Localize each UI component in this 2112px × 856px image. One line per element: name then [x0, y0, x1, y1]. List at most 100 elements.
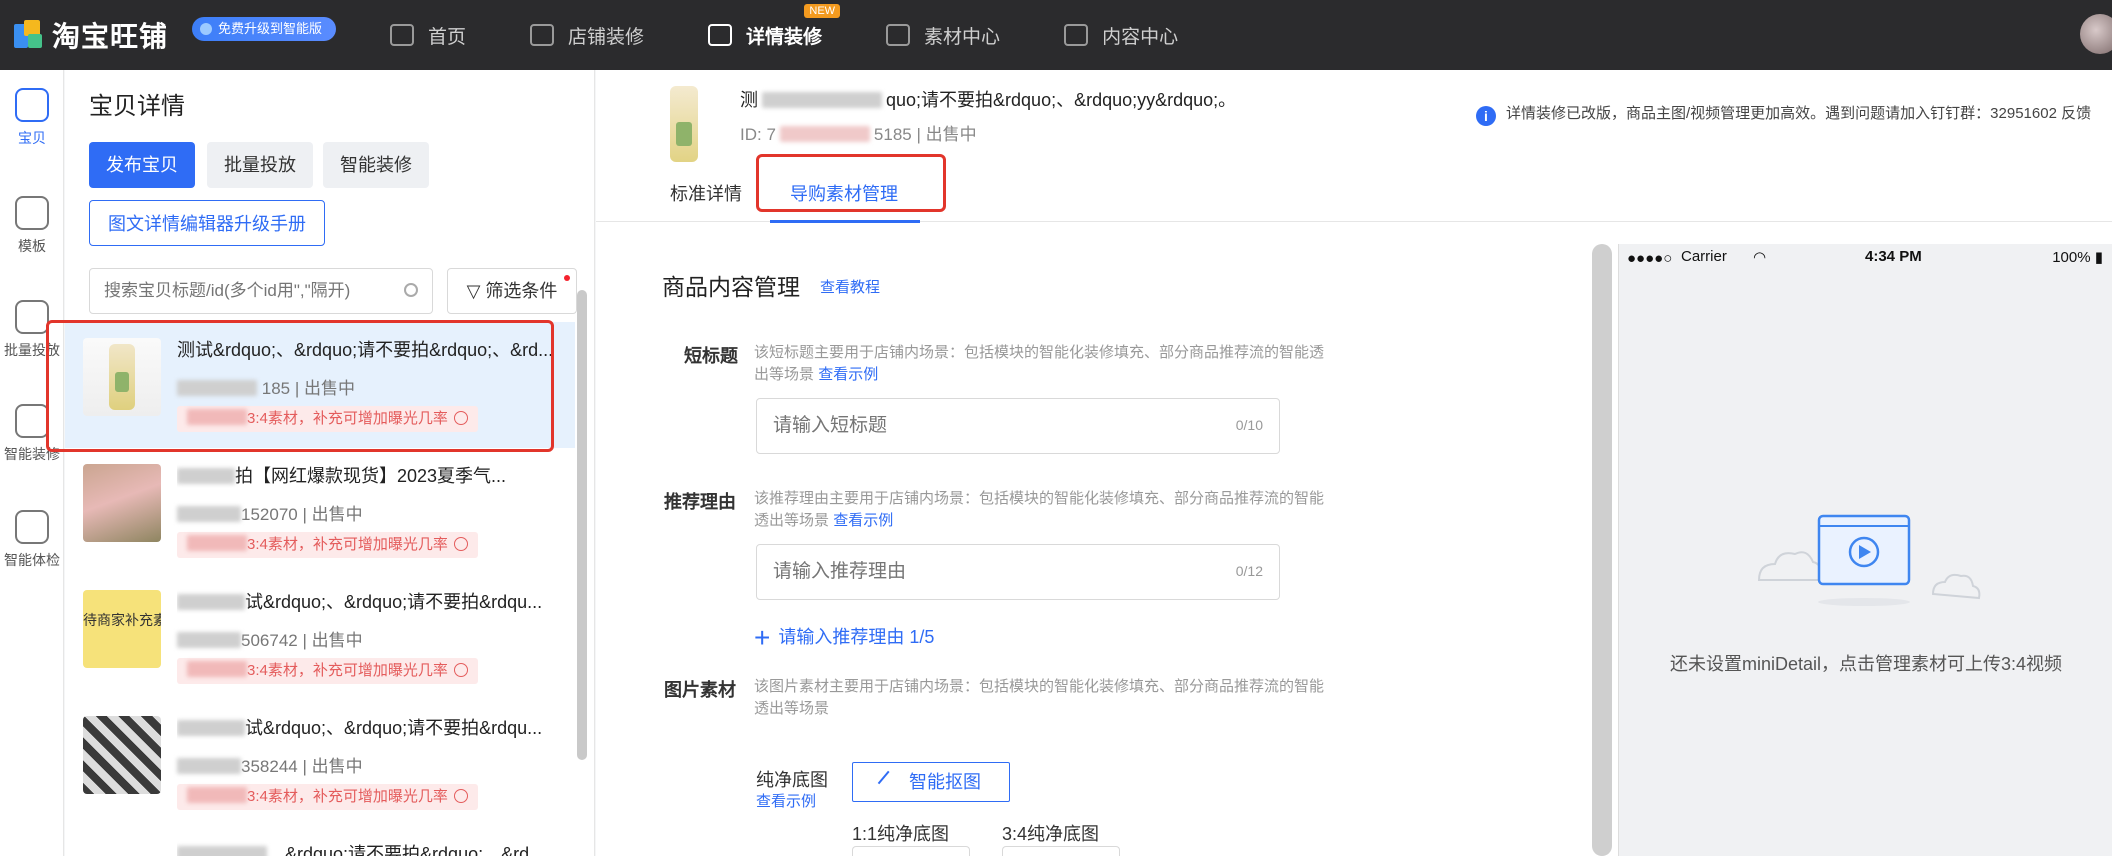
rail-item-templates[interactable]: 模板 — [0, 196, 64, 256]
short-title-input[interactable] — [757, 399, 1177, 453]
preview-scrollbar[interactable] — [1592, 244, 1612, 856]
product-thumbnail — [83, 464, 161, 542]
editor-manual-button[interactable]: 图文详情编辑器升级手册 — [89, 200, 325, 246]
product-id-text: 5185 | 出售中 — [873, 125, 977, 144]
ratio-1-1-label: 1:1纯净底图 — [852, 824, 950, 844]
item-title: 拍【网红爆款现货】2023夏季气... — [177, 462, 557, 488]
search-icon — [404, 283, 418, 297]
nav-item-store-decoration[interactable]: 店铺装修 — [530, 0, 644, 70]
list-item[interactable]: 试&rdquo;、&rdquo;请不要拍&rdqu... 358244 | 出售… — [65, 700, 575, 826]
nav-item-home[interactable]: 首页 — [390, 0, 466, 70]
new-badge: NEW — [804, 4, 841, 18]
nav-item-material-center[interactable]: 素材中心 — [886, 0, 1000, 70]
nav-label: 店铺装修 — [568, 26, 645, 48]
help-icon[interactable] — [453, 789, 468, 803]
item-meta: 358244 | 出售中 — [241, 757, 363, 776]
product-image — [666, 86, 702, 162]
add-reason-button[interactable]: + 请输入推荐理由 1/5 — [754, 622, 934, 654]
rail-label: 宝贝 — [18, 130, 46, 146]
upgrade-pill[interactable]: 免费升级到智能版 — [192, 17, 337, 41]
item-title-text: 试&rdquo;、&rdquo;请不要拍&rdqu... — [245, 592, 543, 612]
ratio-3-4-label: 3:4纯净底图 — [1002, 824, 1100, 844]
short-title-label: 短标题 — [684, 346, 738, 366]
rail-item-products[interactable]: 宝贝 — [0, 88, 64, 148]
nav-item-detail-decoration[interactable]: 详情装修 NEW — [708, 0, 841, 70]
filter-dot — [564, 275, 570, 281]
pulse-icon — [15, 510, 49, 544]
item-title-text: 、&rdquo;请不要拍&rdquo;、&rd... — [267, 844, 545, 856]
nav-item-content-center[interactable]: 内容中心 — [1064, 0, 1178, 70]
product-search[interactable] — [89, 268, 433, 314]
smart-cutout-button[interactable]: 智能抠图 — [852, 762, 1010, 802]
upload-slot-1-1[interactable] — [852, 846, 970, 856]
rail-item-smart-check[interactable]: 智能体检 — [0, 510, 64, 570]
product-id-prefix: ID: 7 — [740, 125, 776, 144]
status-bar: ●●●●○ Carrier ◠ 4:34 PM 100% ▮ — [1619, 244, 2112, 272]
publish-button[interactable]: 发布宝贝 — [89, 142, 195, 188]
view-tutorial-link[interactable]: 查看教程 — [820, 276, 880, 297]
upload-slot-3-4[interactable] — [1002, 846, 1120, 856]
help-icon[interactable] — [453, 537, 468, 551]
reason-input[interactable] — [757, 545, 1177, 599]
reason-field[interactable]: 0/12 — [756, 544, 1280, 600]
wand-icon — [877, 770, 901, 794]
logo-mark-icon — [14, 20, 44, 50]
short-title-field[interactable]: 0/10 — [756, 398, 1280, 454]
reason-label: 推荐理由 — [664, 492, 736, 512]
product-thumbnail — [83, 716, 161, 794]
smart-decoration-button[interactable]: 智能装修 — [323, 142, 429, 188]
short-title-example-link[interactable]: 查看示例 — [818, 366, 878, 383]
help-icon[interactable] — [453, 663, 468, 677]
smart-cutout-label: 智能抠图 — [909, 772, 981, 792]
video-icon — [1064, 24, 1089, 46]
left-rail: 宝贝 模板 批量投放 智能装修 智能体检 — [0, 70, 64, 856]
filter-button[interactable]: ▽ 筛选条件 — [447, 268, 577, 314]
char-count: 0/10 — [1235, 417, 1263, 433]
nav-label: 首页 — [428, 26, 467, 48]
home-icon — [390, 24, 414, 46]
empty-state-text: 还未设置miniDetail，点击管理素材可上传3:4视频 — [1669, 654, 2063, 674]
highlight-box — [46, 320, 554, 452]
add-reason-label: 请输入推荐理由 1/5 — [778, 627, 935, 647]
tip-text: 3:4素材，补充可增加曝光几率 — [247, 536, 448, 553]
list-scrollbar[interactable] — [577, 290, 587, 760]
tip-text: 3:4素材，补充可增加曝光几率 — [247, 662, 448, 679]
image-material-desc: 该图片素材主要用于店铺内场景：包括模块的智能化装修填充、部分商品推荐流的智能透出… — [754, 678, 1325, 717]
store-icon — [530, 24, 555, 46]
item-title-text: 拍【网红爆款现货】2023夏季气... — [235, 466, 507, 486]
search-input[interactable] — [90, 269, 390, 313]
phone-preview: ●●●●○ Carrier ◠ 4:34 PM 100% ▮ 还未设置miniD… — [1618, 244, 2112, 856]
char-count: 0/12 — [1235, 563, 1263, 579]
filter-icon: ▽ — [466, 281, 481, 301]
wifi-icon: ◠ — [1753, 249, 1767, 266]
material-tip: 3:4素材，补充可增加曝光几率 — [177, 658, 478, 684]
logo-text: 淘宝旺铺 — [52, 21, 169, 52]
pure-bg-label: 纯净底图 — [756, 770, 828, 790]
battery: 100% ▮ — [2052, 248, 2103, 266]
list-item[interactable]: 拍【网红爆款现货】2023夏季气... 152070 | 出售中 3:4素材，补… — [65, 448, 575, 574]
panel-title: 宝贝详情 — [89, 93, 185, 120]
batch-button[interactable]: 批量投放 — [207, 142, 313, 188]
nav-label: 内容中心 — [1102, 26, 1179, 48]
short-title-desc: 该短标题主要用于店铺内场景：包括模块的智能化装修填充、部分商品推荐流的智能透出等… — [754, 342, 1324, 386]
carrier: Carrier — [1681, 248, 1727, 265]
product-list-panel: 宝贝详情 发布宝贝 批量投放 智能装修 图文详情编辑器升级手册 ▽ 筛选条件 测… — [46, 70, 595, 856]
revamp-notice: i 详情装修已改版，商品主图/视频管理更加高效。遇到问题请加入钉钉群：329516… — [1476, 102, 2091, 126]
thumb-text: 待商家补充素 — [83, 612, 161, 628]
avatar[interactable] — [2080, 14, 2112, 54]
rail-label: 模板 — [18, 238, 46, 254]
top-nav: 首页 店铺装修 详情装修 NEW 素材中心 内容中心 — [390, 0, 1242, 70]
section-title: 商品内容管理 — [662, 274, 800, 300]
reason-example-link[interactable]: 查看示例 — [833, 512, 893, 529]
battery-icon: ▮ — [2094, 249, 2103, 266]
list-item[interactable]: 、&rdquo;请不要拍&rdquo;、&rd... — [65, 826, 575, 856]
product-title-prefix: 测 — [740, 90, 758, 110]
logo[interactable]: 淘宝旺铺 — [14, 10, 168, 60]
plus-icon: + — [754, 622, 771, 653]
signal-icon: ●●●●○ — [1627, 250, 1673, 267]
list-item[interactable]: 待商家补充素 试&rdquo;、&rdquo;请不要拍&rdqu... 5067… — [65, 574, 575, 700]
reason-desc: 该推荐理由主要用于店铺内场景：包括模块的智能化装修填充、部分商品推荐流的智能透出… — [754, 488, 1324, 532]
pure-bg-example-link[interactable]: 查看示例 — [756, 790, 816, 811]
material-tip: 3:4素材，补充可增加曝光几率 — [177, 532, 478, 558]
tab-standard-detail[interactable]: 标准详情 — [670, 180, 742, 206]
